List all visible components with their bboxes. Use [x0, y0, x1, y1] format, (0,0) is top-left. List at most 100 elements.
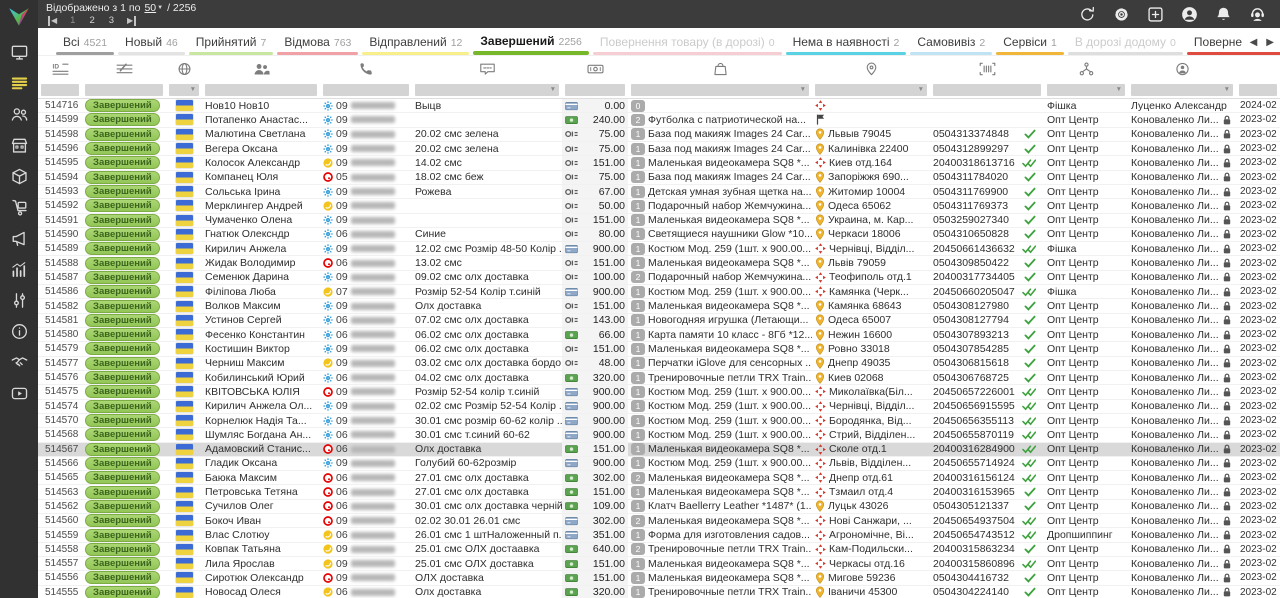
filter-caret-icon[interactable]: ▼	[1116, 87, 1122, 94]
tab-accepted[interactable]: Прийнятий7	[189, 35, 274, 55]
filter-input-client[interactable]	[205, 84, 317, 96]
table-row[interactable]: 514558ЗавершенийКовпак Татьяна0925.01 см…	[38, 543, 1280, 557]
table-row[interactable]: 514587ЗавершенийСеменюк Дарина0909.02 см…	[38, 271, 1280, 285]
table-row[interactable]: 514580ЗавершенийФесенко Константин0606.0…	[38, 328, 1280, 342]
tab-pickup[interactable]: Самовивіз2	[910, 35, 992, 55]
table-row[interactable]: 514577ЗавершенийЧерниш Максим0903.02 смс…	[38, 357, 1280, 371]
table-row[interactable]: 514588ЗавершенийЖидак Володимир0613.02 с…	[38, 256, 1280, 270]
table-row[interactable]: 514581ЗавершенийУстинов Сергей0607.02 см…	[38, 314, 1280, 328]
table-row[interactable]: 514574ЗавершенийКирилич Анжела Ол...0902…	[38, 400, 1280, 414]
filter-input-delivery[interactable]: ▼	[815, 84, 927, 96]
filter-input-tracking[interactable]	[933, 84, 1041, 96]
filter-manager[interactable]: ▼	[1128, 84, 1236, 96]
tab-return-in-transit[interactable]: Повернення товару (в дорозі)0	[593, 35, 782, 55]
filter-caret-icon[interactable]: ▼	[550, 87, 556, 94]
filter-input-date[interactable]	[1239, 84, 1277, 96]
last-page-button[interactable]: ▶	[127, 16, 136, 26]
tab-sent[interactable]: Відправлений12	[362, 35, 469, 55]
filter-caret-icon[interactable]: ▼	[190, 87, 196, 94]
filter-country[interactable]: ▼	[166, 84, 202, 96]
table-row[interactable]: 514591ЗавершенийЧумаченко Олена09151.001…	[38, 214, 1280, 228]
sidebar-item-orders[interactable]	[6, 73, 32, 93]
client-column-header[interactable]	[202, 62, 320, 76]
sidebar-item-tutorials[interactable]	[6, 383, 32, 403]
tabs-scroll-right-icon[interactable]: ▶	[1266, 37, 1274, 48]
first-page-button[interactable]: ◀	[48, 16, 57, 26]
page-number-1[interactable]: 1	[70, 15, 75, 26]
filter-date[interactable]	[1236, 84, 1280, 96]
table-row[interactable]: 514596ЗавершенийВегера Оксана0920.02 смс…	[38, 142, 1280, 156]
tab-declined[interactable]: Відмова763	[277, 35, 358, 55]
filter-payment[interactable]	[562, 84, 628, 96]
table-row[interactable]: 514716ЗавершенийНов10 Нов1009Выцв0.000Фі…	[38, 99, 1280, 113]
filter-input-id[interactable]	[41, 84, 79, 96]
filter-input-country[interactable]: ▼	[169, 84, 199, 96]
sidebar-item-dashboard[interactable]	[6, 42, 32, 62]
filter-input-comment[interactable]: ▼	[415, 84, 559, 96]
filter-comment[interactable]: ▼	[412, 84, 562, 96]
filter-status[interactable]	[82, 84, 166, 96]
table-row[interactable]: 514595ЗавершенийКолосок Александр0914.02…	[38, 156, 1280, 170]
settings-gear-icon[interactable]	[1113, 6, 1130, 23]
tab-on-way-home[interactable]: В дорозі додому0	[1068, 35, 1183, 55]
table-row[interactable]: 514568ЗавершенийШумляс Богдана Ан...0630…	[38, 428, 1280, 442]
tab-completed[interactable]: Завершений2256	[473, 34, 588, 55]
filter-phone[interactable]	[320, 84, 412, 96]
products-column-header[interactable]	[628, 62, 812, 76]
table-row[interactable]: 514562ЗавершенийСучилов Олег0630.01 смс …	[38, 500, 1280, 514]
filter-input-status[interactable]	[85, 84, 163, 96]
add-widget-icon[interactable]	[1147, 6, 1164, 23]
page-size-dropdown[interactable]: 50▼	[144, 2, 163, 14]
table-row[interactable]: 514592ЗавершенийМерклингер Андрей0950.00…	[38, 199, 1280, 213]
table-row[interactable]: 514556ЗавершенийСиротюк Олександр09ОЛХ д…	[38, 571, 1280, 585]
page-number-2[interactable]: 2	[89, 15, 94, 26]
table-row[interactable]: 514570ЗавершенийКорнелюк Надія Та...0930…	[38, 414, 1280, 428]
table-row[interactable]: 514593ЗавершенийСольська Ірина09Рожева67…	[38, 185, 1280, 199]
page-number-3[interactable]: 3	[109, 15, 114, 26]
filter-caret-icon[interactable]: ▼	[1224, 87, 1230, 94]
table-row[interactable]: 514598ЗавершенийМалютина Светлана0920.02…	[38, 128, 1280, 142]
table-row[interactable]: 514559ЗавершенийВлас Слотюу0626.01 смс 1…	[38, 528, 1280, 542]
filter-input-products[interactable]: ▼	[631, 84, 809, 96]
app-logo-icon[interactable]	[0, 0, 38, 34]
filter-products[interactable]: ▼	[628, 84, 812, 96]
table-row[interactable]: 514575ЗавершенийКВІТОВСЬКА ЮЛІЯ09Розмір …	[38, 385, 1280, 399]
tab-all[interactable]: Всі4521	[56, 35, 114, 55]
filter-delivery[interactable]: ▼	[812, 84, 930, 96]
table-row[interactable]: 514563ЗавершенийПетровська Тетяна0627.01…	[38, 485, 1280, 499]
filter-caret-icon[interactable]: ▼	[918, 87, 924, 94]
tab-out-of-stock[interactable]: Нема в наявності2	[786, 35, 907, 55]
support-headset-icon[interactable]	[1249, 6, 1266, 23]
filter-id[interactable]	[38, 84, 82, 96]
table-row[interactable]: 514576ЗавершенийКобилинський Юрий0604.02…	[38, 371, 1280, 385]
sidebar-item-statistics[interactable]	[6, 259, 32, 279]
filter-input-manager[interactable]: ▼	[1131, 84, 1233, 96]
filter-input-source[interactable]: ▼	[1047, 84, 1125, 96]
manager-column-header[interactable]	[1128, 62, 1236, 76]
tab-new[interactable]: Новый46	[118, 35, 185, 55]
payment-column-header[interactable]	[562, 62, 628, 76]
table-row[interactable]: 514589ЗавершенийКирилич Анжела0912.02 см…	[38, 242, 1280, 256]
table-row[interactable]: 514566ЗавершенийГладик Оксана09Голубий 6…	[38, 457, 1280, 471]
filter-caret-icon[interactable]: ▼	[800, 87, 806, 94]
sidebar-item-purchases[interactable]	[6, 197, 32, 217]
delivery-column-header[interactable]	[812, 62, 930, 76]
filter-input-phone[interactable]	[323, 84, 409, 96]
table-row[interactable]: 514567ЗавершенийАдамовский Станис...06Ол…	[38, 443, 1280, 457]
table-row[interactable]: 514599ЗавершенийПотапенко Анастас...0924…	[38, 113, 1280, 127]
sidebar-item-shop[interactable]	[6, 135, 32, 155]
filter-client[interactable]	[202, 84, 320, 96]
sidebar-item-partners[interactable]	[6, 352, 32, 372]
sidebar-item-integrations[interactable]	[6, 290, 32, 310]
table-row[interactable]: 514555ЗавершенийНовосад Олеся06Олх доста…	[38, 586, 1280, 598]
source-column-header[interactable]	[1044, 62, 1128, 76]
table-row[interactable]: 514565ЗавершенийБаюка Максим0627.01 смс …	[38, 471, 1280, 485]
tabs-scroll-left-icon[interactable]: ◀	[1250, 37, 1258, 48]
tab-services[interactable]: Сервіси1	[996, 35, 1064, 55]
tracking-column-header[interactable]	[930, 62, 1044, 76]
sidebar-item-marketing[interactable]	[6, 228, 32, 248]
table-row[interactable]: 514582ЗавершенийВолков Максим09Олх доста…	[38, 299, 1280, 313]
table-row[interactable]: 514557ЗавершенийЛила Ярослав0925.01 смс …	[38, 557, 1280, 571]
phone-column-header[interactable]	[320, 62, 412, 76]
notifications-bell-icon[interactable]	[1215, 6, 1232, 23]
